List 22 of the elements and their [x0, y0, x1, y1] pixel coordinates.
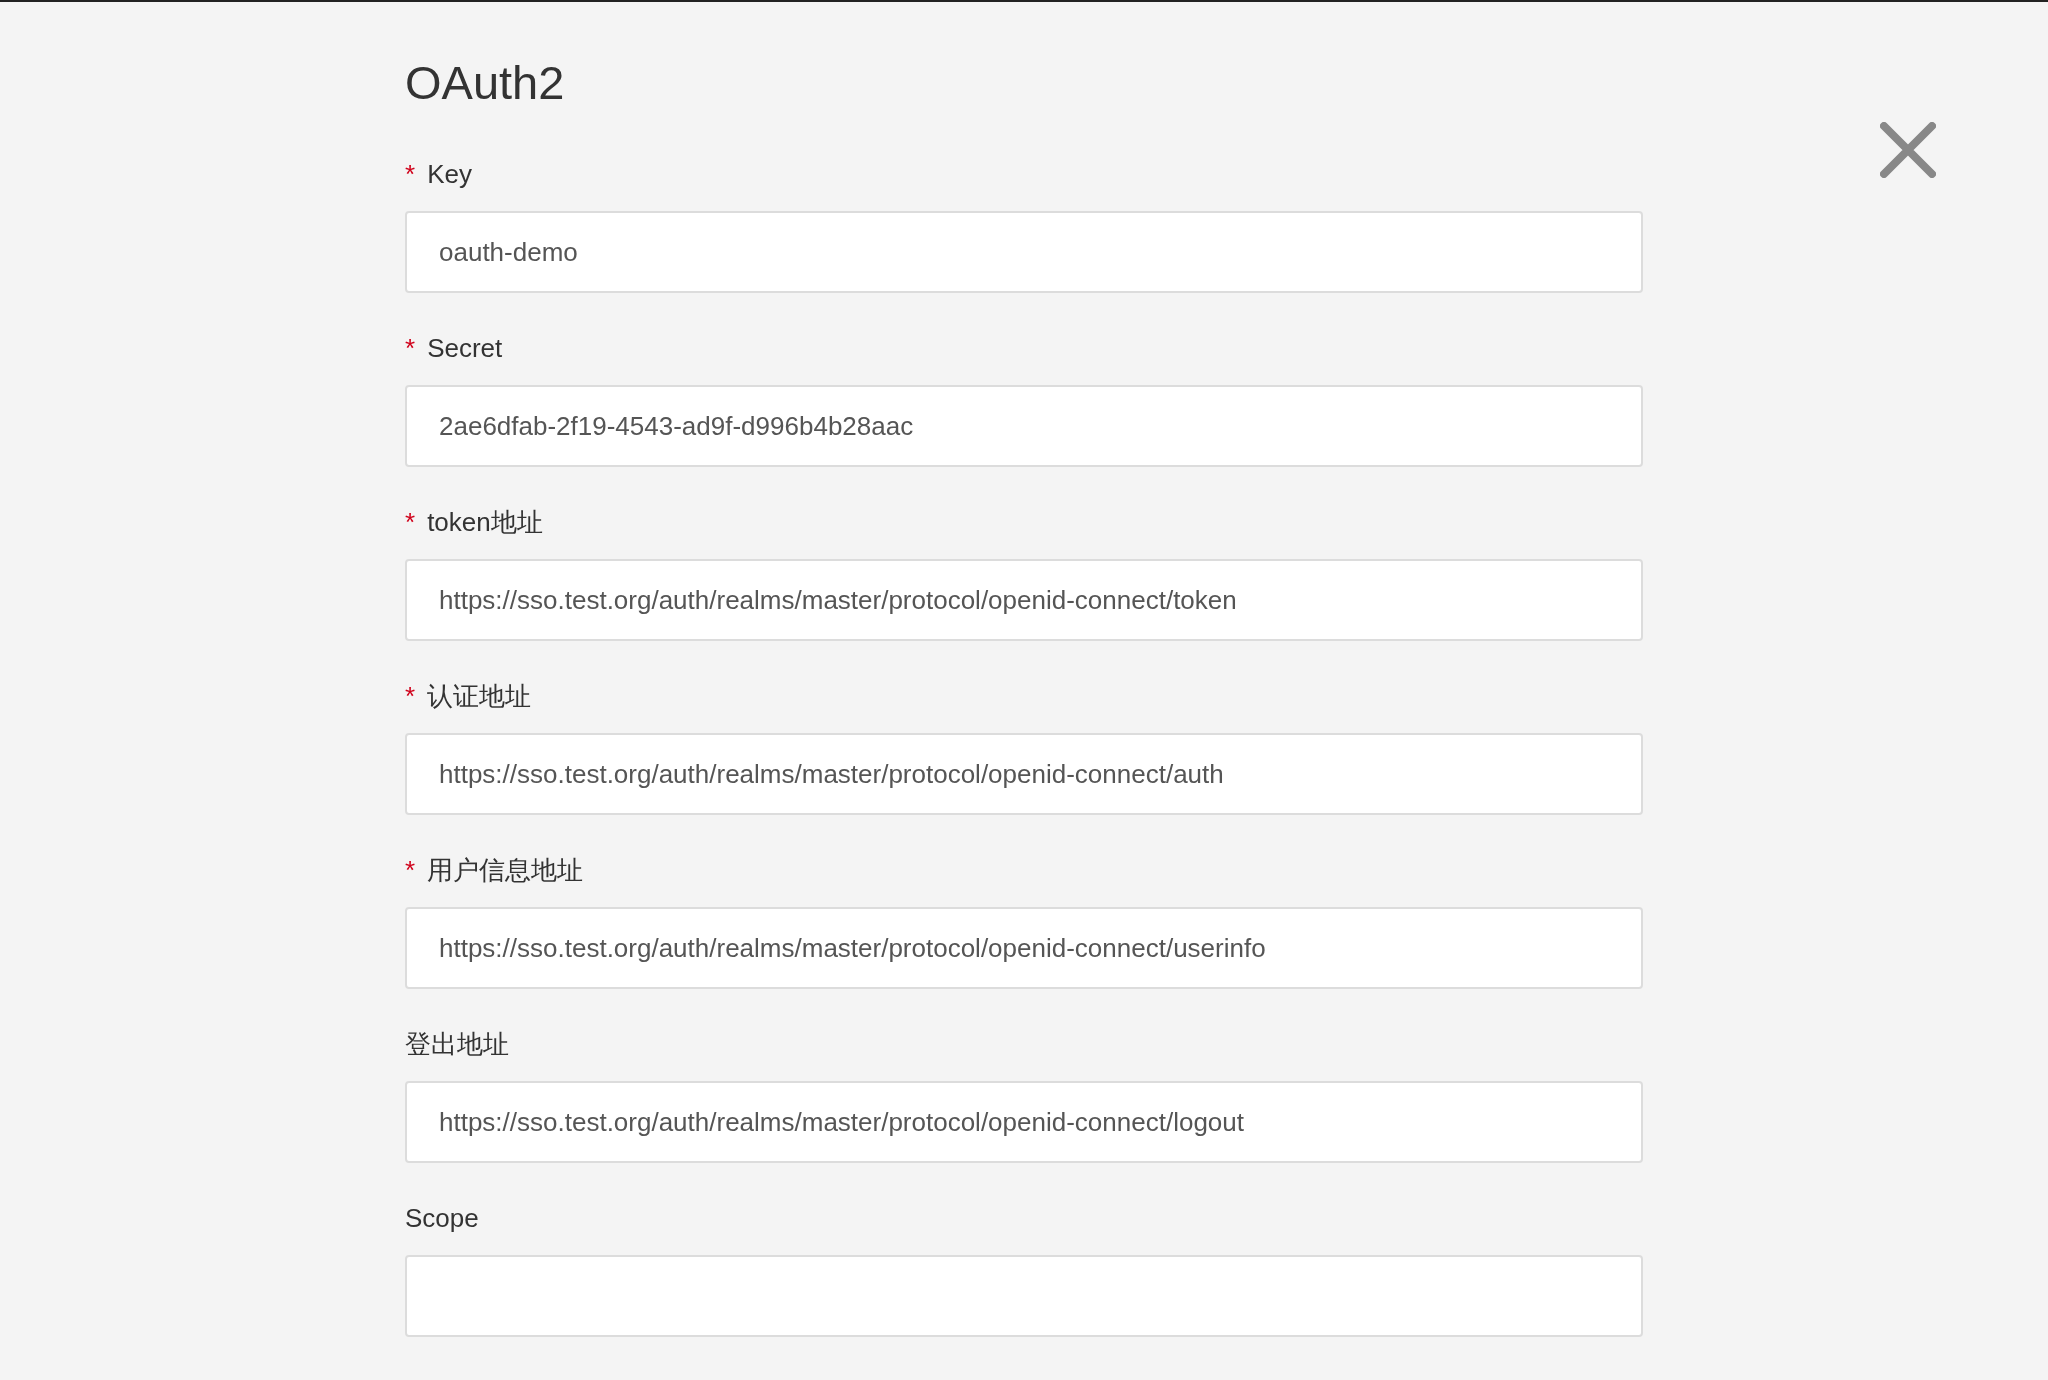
required-asterisk: * [405, 332, 416, 365]
input-field[interactable] [405, 1255, 1643, 1337]
dialog-title: OAuth2 [405, 55, 566, 111]
field-label: Key [427, 158, 472, 191]
close-icon [1880, 122, 1936, 178]
input-field[interactable]: https://sso.test.org/auth/realms/master/protocol/openid-connect/userinfo [405, 907, 1643, 989]
field-label: 登出地址 [405, 1028, 509, 1061]
input-field[interactable]: https://sso.test.org/auth/realms/master/protocol/openid-connect/auth [405, 733, 1643, 815]
close-button[interactable] [1880, 122, 1936, 178]
required-asterisk: * [405, 680, 416, 713]
input-field[interactable]: oauth-demo [405, 211, 1643, 293]
required-asterisk: * [405, 506, 416, 539]
field-label: Secret [427, 332, 503, 365]
required-asterisk: * [405, 854, 416, 887]
field-label: 认证地址 [427, 680, 532, 713]
input-field[interactable]: https://sso.test.org/auth/realms/master/protocol/openid-connect/token [405, 559, 1643, 641]
field-label: Scope [405, 1202, 479, 1235]
input-field[interactable]: https://sso.test.org/auth/realms/master/protocol/openid-connect/logout [405, 1081, 1643, 1163]
required-asterisk: * [405, 158, 416, 191]
input-field[interactable]: 2ae6dfab-2f19-4543-ad9f-d996b4b28aac [405, 385, 1643, 467]
field-label: 用户信息地址 [427, 854, 584, 887]
field-label: token地址 [427, 506, 543, 539]
